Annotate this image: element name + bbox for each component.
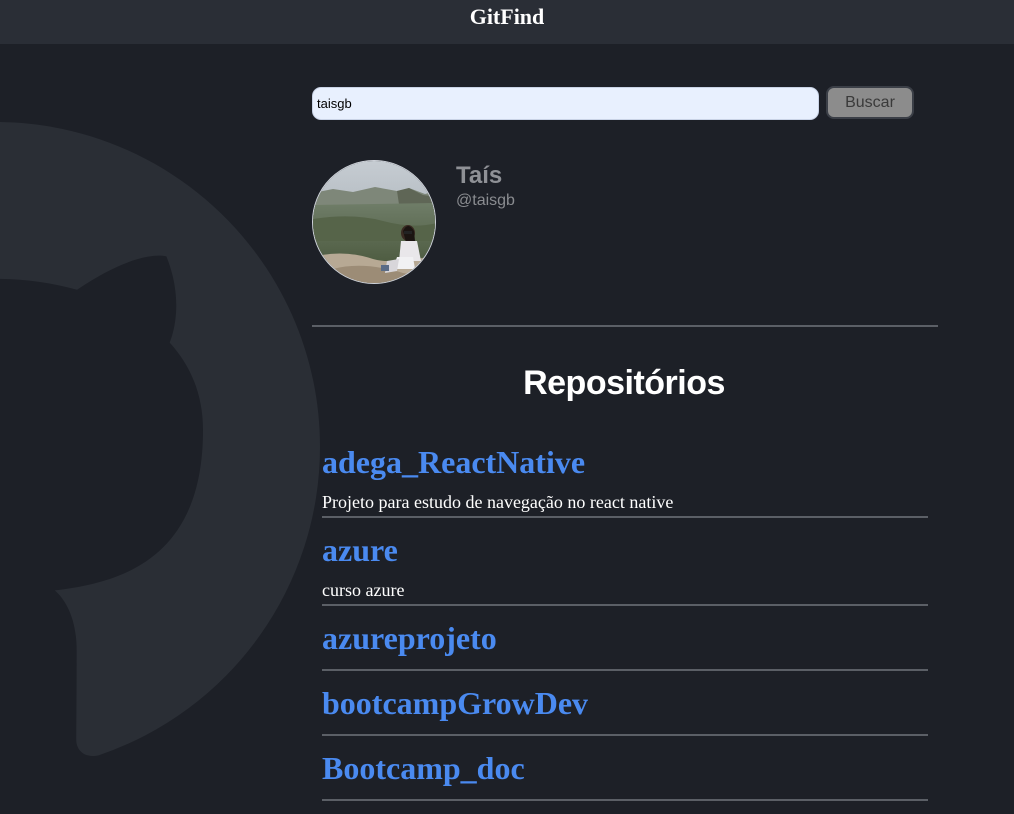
repos-title: Repositórios xyxy=(523,364,725,402)
app-header: GitFind xyxy=(0,0,1014,44)
app-window: GitFind Buscar xyxy=(0,0,1014,814)
repo-divider xyxy=(322,669,928,671)
profile-login: @taisgb xyxy=(456,192,515,209)
repo-divider xyxy=(322,516,928,518)
repo-name-link[interactable]: bootcampGrowDev xyxy=(322,685,588,722)
profile-name: Taís xyxy=(456,162,503,189)
profile-divider xyxy=(312,325,938,327)
main-content: Buscar xyxy=(0,0,1014,814)
repo-divider xyxy=(322,604,928,606)
repo-divider xyxy=(322,734,928,736)
search-button[interactable]: Buscar xyxy=(826,86,914,119)
repo-name-link[interactable]: azure xyxy=(322,532,398,569)
repo-name-link[interactable]: azureprojeto xyxy=(322,620,497,657)
app-title: GitFind xyxy=(469,4,545,29)
repo-name-link[interactable]: Bootcamp_doc xyxy=(322,750,525,787)
avatar-photo xyxy=(313,161,435,283)
repo-description: Projeto para estudo de navegação no reac… xyxy=(322,492,674,512)
search-input[interactable] xyxy=(312,87,819,120)
repo-description: curso azure xyxy=(322,580,405,600)
repo-name-link[interactable]: adega_ReactNative xyxy=(322,444,585,481)
avatar xyxy=(312,160,436,284)
repo-divider xyxy=(322,799,928,801)
